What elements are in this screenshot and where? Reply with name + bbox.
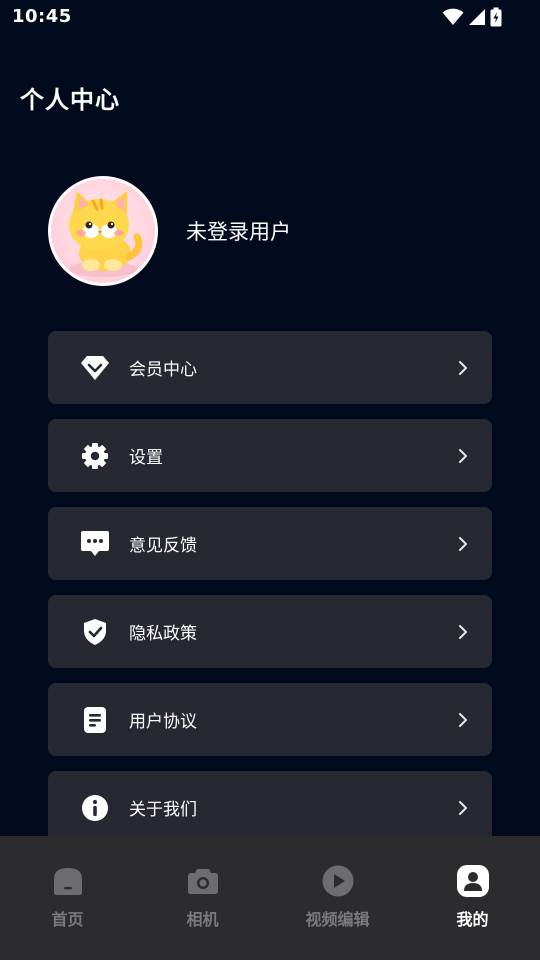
- shield-check-icon: [80, 617, 110, 647]
- nav-label: 相机: [186, 910, 219, 929]
- home-icon: [53, 868, 82, 895]
- nav-item-video-edit[interactable]: 视频编辑: [270, 836, 405, 960]
- chevron-right-icon: [459, 624, 467, 639]
- menu-item-label: 会员中心: [129, 360, 197, 380]
- status-bar: 10:45: [0, 0, 540, 34]
- info-icon: [80, 793, 110, 823]
- menu-item-label: 用户协议: [129, 712, 197, 732]
- chevron-right-icon: [459, 448, 467, 463]
- menu-item-settings[interactable]: 设置: [48, 419, 492, 492]
- play-icon: [322, 865, 353, 897]
- menu-item-label: 设置: [129, 448, 163, 468]
- chevron-right-icon: [459, 360, 467, 375]
- document-icon: [80, 705, 110, 735]
- chevron-right-icon: [459, 800, 467, 815]
- profile-section[interactable]: 未登录用户: [48, 176, 291, 286]
- bottom-nav: 首页 相机 视频编辑 我的: [0, 836, 540, 960]
- cat-avatar-image: [69, 191, 143, 277]
- nav-label: 视频编辑: [305, 910, 370, 929]
- nav-label: 我的: [456, 910, 489, 929]
- menu-item-privacy-policy[interactable]: 隐私政策: [48, 595, 492, 668]
- diamond-icon: [80, 353, 110, 383]
- avatar[interactable]: [48, 176, 158, 286]
- username-label[interactable]: 未登录用户: [186, 216, 291, 246]
- nav-item-camera[interactable]: 相机: [135, 836, 270, 960]
- menu-item-feedback[interactable]: 意见反馈: [48, 507, 492, 580]
- profile-icon: [456, 865, 489, 897]
- gear-icon: [80, 441, 110, 471]
- status-icons: [442, 7, 502, 27]
- camera-icon: [187, 869, 218, 894]
- menu-list: 会员中心 设置 意见反馈 隐私政策 用户协议 关于我们: [48, 331, 492, 859]
- nav-label: 首页: [51, 910, 84, 929]
- signal-icon: [469, 9, 485, 25]
- chevron-right-icon: [459, 712, 467, 727]
- menu-item-label: 意见反馈: [129, 536, 197, 556]
- menu-item-about-us[interactable]: 关于我们: [48, 771, 492, 844]
- menu-item-label: 隐私政策: [129, 624, 197, 644]
- menu-item-label: 关于我们: [129, 800, 197, 820]
- page-title: 个人中心: [20, 86, 120, 114]
- chevron-right-icon: [459, 536, 467, 551]
- menu-item-user-agreement[interactable]: 用户协议: [48, 683, 492, 756]
- wifi-icon: [442, 8, 464, 25]
- menu-item-membership[interactable]: 会员中心: [48, 331, 492, 404]
- nav-item-home[interactable]: 首页: [0, 836, 135, 960]
- feedback-chat-icon: [80, 529, 110, 559]
- status-time: 10:45: [12, 6, 72, 27]
- battery-icon: [490, 7, 502, 27]
- nav-item-mine[interactable]: 我的: [405, 836, 540, 960]
